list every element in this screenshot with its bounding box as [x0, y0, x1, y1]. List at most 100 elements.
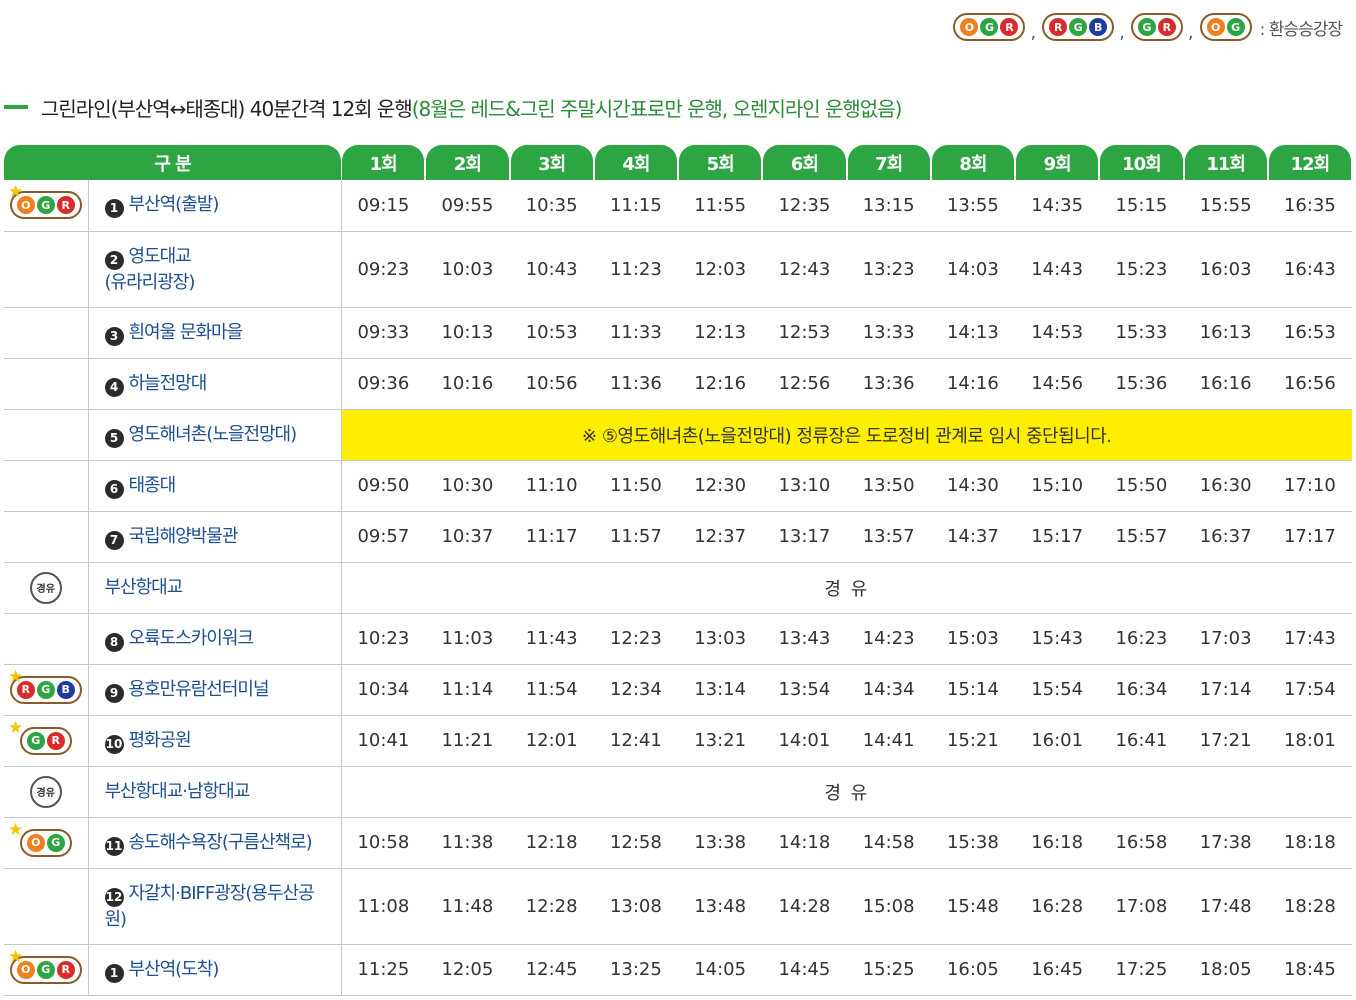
time-cell: 14:56 [1015, 358, 1100, 410]
stop-number-icon: 1 [104, 963, 124, 983]
table-row: ★ R G B 9 용호만유람선터미널 10:34 11:14 11:54 12:34 13:14 1… [4, 664, 1353, 716]
table-row: 4 하늘전망대 09:36 10:16 10:56 11:36 12:16 12:56 13:3… [4, 358, 1353, 410]
table-row: ★ O G R 1 부산역(출발) 09:15 09:55 10:35 11:15 11:55 12:… [4, 180, 1353, 232]
transfer-cell: ★ O G R [4, 180, 89, 232]
time-cell: 15:36 [1099, 358, 1184, 410]
stop-name: 국립해양박물관 [128, 525, 239, 547]
line-g-dot: G [980, 18, 999, 36]
time-cell: 13:36 [846, 358, 931, 410]
table-row: 8 오륙도스카이워크 10:23 11:03 11:43 12:23 13:03 13:43 1… [4, 613, 1353, 665]
line-r-dot: R [56, 196, 75, 215]
legend-separator: , [1187, 21, 1194, 43]
time-cell: 14:30 [930, 460, 1016, 512]
time-cell: 17:10 [1267, 460, 1353, 512]
transfer-badge: OGR [953, 13, 1026, 41]
transfer-cell [4, 231, 89, 308]
transfer-cell [4, 868, 89, 945]
run-header: 3회 [509, 145, 594, 180]
time-cell: 13:48 [678, 868, 763, 945]
line-g-dot: G [36, 960, 55, 979]
time-cell: 14:18 [762, 817, 847, 869]
time-cell: 12:28 [509, 868, 594, 945]
time-cell: 12:37 [678, 511, 763, 563]
time-cell: 09:23 [341, 231, 426, 308]
transfer-cell: 경유 [4, 562, 89, 614]
time-cell: 17:21 [1183, 715, 1268, 767]
time-cell: 09:50 [341, 460, 426, 512]
stop-number-icon: 4 [104, 377, 124, 397]
run-header: 9회 [1015, 145, 1100, 180]
star-icon: ★ [8, 717, 24, 738]
time-cell: 15:10 [1015, 460, 1100, 512]
stop-name: 자갈치·BIFF광장(용두산공 [128, 882, 315, 904]
time-cell: 11:21 [425, 715, 510, 767]
line-r-dot: R [46, 731, 65, 750]
time-cell: 12:18 [509, 817, 594, 869]
time-cell: 14:34 [846, 664, 931, 716]
line-g-dot: G [1069, 18, 1088, 36]
transfer-cell: ★ O G [4, 817, 89, 869]
stop-name-cell: 1 부산역(출발) [88, 180, 342, 232]
time-cell: 16:18 [1015, 817, 1100, 869]
transfer-cell [4, 511, 89, 563]
table-row: ★ G R 10 평화공원 10:41 11:21 12:01 12:41 13:21 14:01 1… [4, 715, 1353, 767]
run-header: 6회 [762, 145, 847, 180]
time-cell: 09:36 [341, 358, 426, 410]
run-header: 8회 [930, 145, 1016, 180]
transfer-cell [4, 307, 89, 359]
time-cell: 17:14 [1183, 664, 1268, 716]
time-cell: 11:23 [593, 231, 679, 308]
stop-number-icon: 1 [104, 199, 124, 219]
title-note: (8월은 레드&그린 주말시간표로만 운행, 오렌지라인 운행없음) [411, 96, 903, 121]
stop-name-cell: 부산항대교·남항대교 [88, 766, 342, 818]
line-g-dot: G [1137, 18, 1156, 36]
stop-name-line2: (유라리광장) [104, 271, 196, 293]
time-cell: 13:10 [762, 460, 847, 512]
time-cell: 15:14 [930, 664, 1016, 716]
time-cell: 10:43 [509, 231, 594, 308]
stop-number-icon: 7 [104, 530, 124, 550]
time-cell: 14:13 [930, 307, 1016, 359]
stop-name-cell: 5 영도해녀촌(노을전망대) [88, 409, 342, 461]
time-cell: 11:10 [509, 460, 594, 512]
table-row: 경유 부산항대교·남항대교 경 유 [4, 766, 1353, 818]
time-cell: 16:41 [1099, 715, 1184, 767]
time-cell: 10:37 [425, 511, 510, 563]
time-cell: 11:17 [509, 511, 594, 563]
time-cell: 13:23 [846, 231, 931, 308]
time-cell: 18:45 [1267, 944, 1353, 996]
time-cell: 13:55 [930, 180, 1016, 232]
time-cell: 13:33 [846, 307, 931, 359]
run-header: 10회 [1099, 145, 1184, 180]
stop-name: 부산역(출발) [128, 194, 220, 216]
time-cell: 11:15 [593, 180, 679, 232]
time-cell: 15:21 [930, 715, 1016, 767]
stop-name-cell: 2 영도대교 (유라리광장) [88, 231, 342, 308]
time-cell: 11:55 [678, 180, 763, 232]
time-cell: 14:16 [930, 358, 1016, 410]
time-cell: 18:01 [1267, 715, 1353, 767]
transfer-cell: 경유 [4, 766, 89, 818]
transfer-cell [4, 613, 89, 665]
time-cell: 11:36 [593, 358, 679, 410]
stop-name-cell: 9 용호만유람선터미널 [88, 664, 342, 716]
stop-name-cell: 7 국립해양박물관 [88, 511, 342, 563]
run-header: 5회 [678, 145, 763, 180]
star-icon: ★ [8, 819, 24, 840]
transfer-legend: OGR,RGB,GR,OG: 환승승강장 [953, 8, 1343, 46]
line-r-dot: R [56, 960, 75, 979]
time-cell: 16:43 [1267, 231, 1353, 308]
via-icon: 경유 [29, 775, 62, 808]
time-cell: 14:43 [1015, 231, 1100, 308]
stop-name: 태종대 [128, 474, 177, 496]
time-cell: 15:03 [930, 613, 1016, 665]
time-cell: 16:37 [1183, 511, 1268, 563]
time-cell: 13:50 [846, 460, 931, 512]
time-cell: 14:41 [846, 715, 931, 767]
stop-name: 부산항대교·남항대교 [104, 781, 251, 802]
stop-number-icon: 6 [104, 479, 124, 499]
table-row: 2 영도대교 (유라리광장) 09:23 10:03 10:43 11:23 12:03 12:… [4, 231, 1353, 308]
time-cell: 12:03 [678, 231, 763, 308]
time-cell: 17:54 [1267, 664, 1353, 716]
transfer-cell: ★ R G B [4, 664, 89, 716]
